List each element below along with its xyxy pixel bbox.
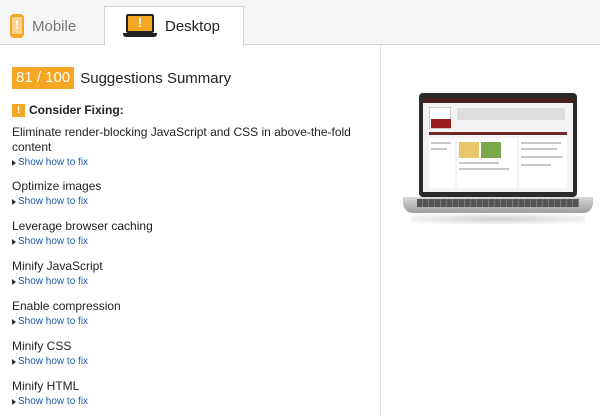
show-how-to-fix-link[interactable]: Show how to fix — [12, 236, 372, 247]
rule-item: Minify JavaScript Show how to fix — [12, 259, 372, 287]
summary-title: Suggestions Summary — [80, 69, 232, 87]
show-how-to-fix-link[interactable]: Show how to fix — [12, 276, 372, 287]
suggestions-panel: 81 / 100 Suggestions Summary ! Consider … — [0, 45, 380, 416]
rule-title: Eliminate render-blocking JavaScript and… — [12, 125, 351, 154]
consider-fixing-heading: ! Consider Fixing: — [12, 103, 124, 117]
tab-desktop-label: Desktop — [165, 17, 221, 35]
score-badge: 81 / 100 — [12, 67, 75, 89]
rule-item: Minify HTML Show how to fix — [12, 379, 372, 407]
expand-arrow-icon — [12, 398, 16, 405]
tab-mobile-label: Mobile — [32, 17, 77, 35]
rule-item: Leverage browser caching Show how to fix — [12, 219, 372, 247]
rule-title: Optimize images — [12, 179, 102, 193]
tab-mobile[interactable]: ! Mobile — [0, 6, 104, 46]
show-how-to-fix-text[interactable]: Show how to fix — [18, 236, 88, 247]
rule-item: Optimize images Show how to fix — [12, 179, 372, 207]
mobile-phone-icon: ! — [10, 14, 24, 38]
show-how-to-fix-text[interactable]: Show how to fix — [18, 196, 88, 207]
rule-item: Eliminate render-blocking JavaScript and… — [12, 125, 372, 168]
warning-icon: ! — [12, 103, 25, 117]
page-screenshot-thumbnail — [423, 98, 573, 192]
desktop-preview-image — [403, 93, 593, 243]
show-how-to-fix-text[interactable]: Show how to fix — [18, 276, 88, 287]
rule-title: Enable compression — [12, 299, 121, 313]
site-logo-thumbnail — [429, 107, 451, 129]
consider-fixing-label: Consider Fixing: — [29, 103, 124, 117]
rule-title: Minify HTML — [12, 379, 80, 393]
expand-arrow-icon — [12, 198, 16, 205]
show-how-to-fix-text[interactable]: Show how to fix — [18, 316, 88, 327]
show-how-to-fix-text[interactable]: Show how to fix — [18, 157, 88, 168]
laptop-screen-bezel — [419, 93, 577, 197]
show-how-to-fix-link[interactable]: Show how to fix — [12, 196, 372, 207]
expand-arrow-icon — [12, 238, 16, 245]
expand-arrow-icon — [12, 159, 16, 166]
laptop-keyboard — [417, 199, 579, 207]
show-how-to-fix-link[interactable]: Show how to fix — [12, 356, 372, 367]
expand-arrow-icon — [12, 358, 16, 365]
show-how-to-fix-link[interactable]: Show how to fix — [12, 316, 372, 327]
suggestions-summary-header: 81 / 100 Suggestions Summary — [12, 67, 231, 89]
show-how-to-fix-text[interactable]: Show how to fix — [18, 396, 88, 407]
rule-title: Leverage browser caching — [12, 219, 153, 233]
expand-arrow-icon — [12, 318, 16, 325]
device-tab-bar: ! Mobile ! Desktop — [0, 0, 600, 46]
desktop-laptop-icon: ! — [123, 14, 157, 38]
show-how-to-fix-text[interactable]: Show how to fix — [18, 356, 88, 367]
rule-title: Minify JavaScript — [12, 259, 103, 273]
expand-arrow-icon — [12, 278, 16, 285]
rule-item: Enable compression Show how to fix — [12, 299, 372, 327]
preview-panel — [381, 45, 600, 416]
rule-item: Minify CSS Show how to fix — [12, 339, 372, 367]
show-how-to-fix-link[interactable]: Show how to fix — [12, 396, 372, 407]
tab-desktop[interactable]: ! Desktop — [104, 6, 244, 46]
show-how-to-fix-link[interactable]: Show how to fix — [12, 157, 372, 168]
rule-title: Minify CSS — [12, 339, 72, 353]
